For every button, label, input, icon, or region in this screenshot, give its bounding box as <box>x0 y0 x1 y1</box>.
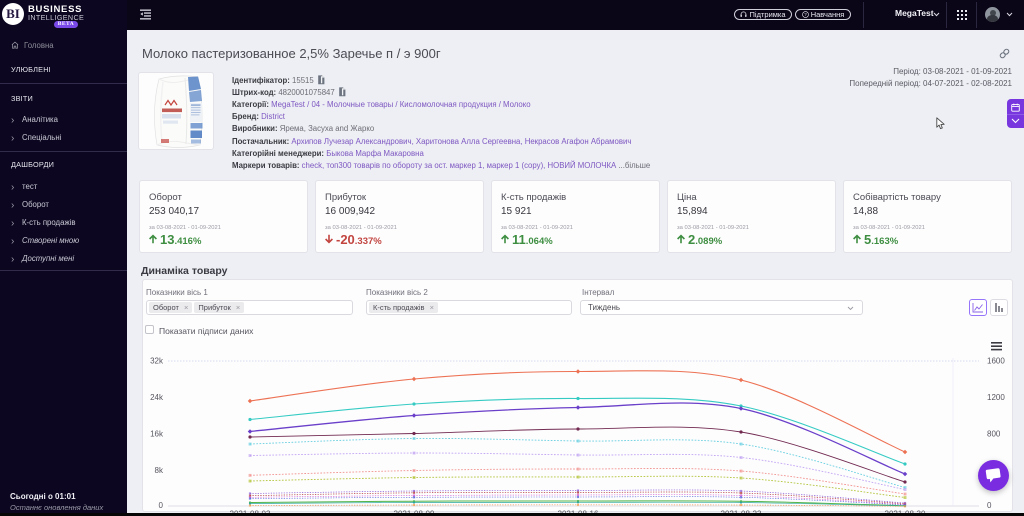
svg-text:8k: 8k <box>155 466 164 475</box>
svg-text:0: 0 <box>159 501 164 510</box>
svg-text:?: ? <box>804 12 807 17</box>
svg-text:1600: 1600 <box>987 357 1005 366</box>
svg-text:16k: 16k <box>150 430 164 439</box>
svg-text:32k: 32k <box>150 357 164 366</box>
svg-text:24k: 24k <box>150 393 164 402</box>
svg-text:800: 800 <box>987 430 1001 439</box>
svg-text:0: 0 <box>987 501 992 510</box>
svg-text:1200: 1200 <box>987 393 1005 402</box>
